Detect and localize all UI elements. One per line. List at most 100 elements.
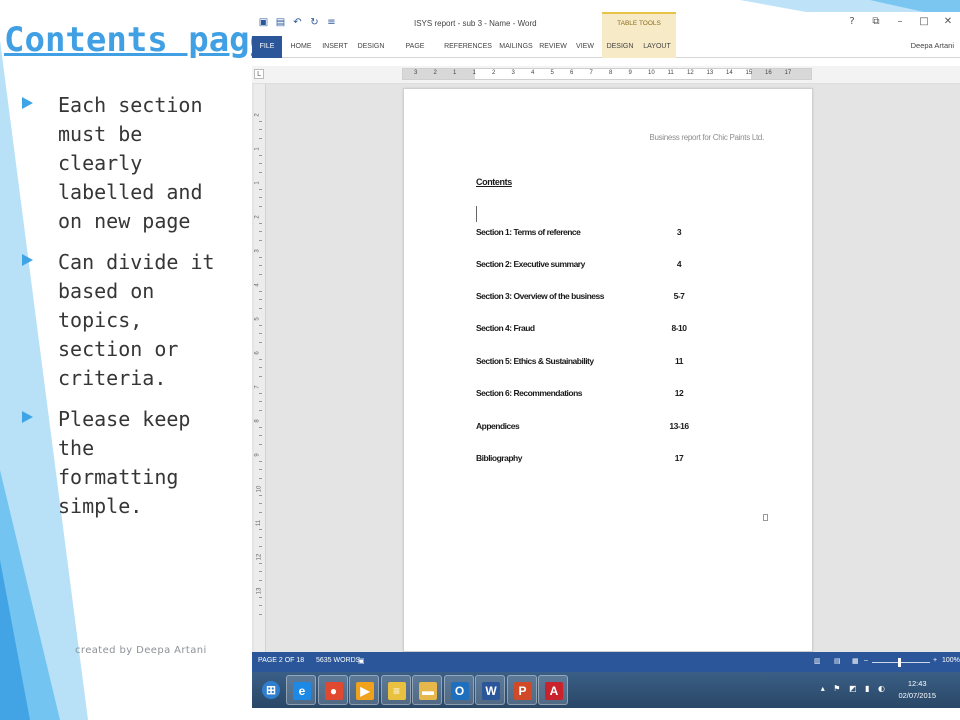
- vruler-number: 9: [254, 453, 261, 457]
- vruler-tick: [259, 358, 262, 360]
- toc-label: Section 6: Recommendations: [476, 388, 583, 398]
- tab-view[interactable]: VIEW: [572, 36, 598, 58]
- undo-icon[interactable]: ↶: [292, 16, 303, 29]
- ribbon-display-icon[interactable]: ⧉: [870, 16, 882, 27]
- tab-mailings[interactable]: MAILINGS: [498, 36, 534, 58]
- print-layout-icon[interactable]: ▤: [834, 657, 841, 665]
- vruler-tick: [259, 443, 262, 445]
- toc-page: 17: [674, 453, 684, 463]
- close-icon[interactable]: ✕: [942, 16, 954, 27]
- ribbon-tabs: FILE HOME INSERT DESIGN PAGE LAYOUT REFE…: [252, 36, 960, 72]
- tab-references[interactable]: REFERENCES: [444, 36, 492, 58]
- vruler-tick: [259, 197, 262, 198]
- vruler-number: 8: [254, 419, 261, 423]
- customize-qat-icon[interactable]: ≡: [326, 16, 337, 29]
- minimize-icon[interactable]: –: [894, 16, 906, 27]
- toc-page: 5-7: [673, 291, 685, 301]
- toc-row: Section 1: Terms of reference 3: [476, 227, 776, 239]
- vruler-tick: [259, 205, 262, 207]
- redo-icon[interactable]: ↻: [309, 16, 320, 29]
- toc-label: Bibliography: [476, 453, 522, 463]
- tab-page-layout[interactable]: PAGE LAYOUT: [392, 36, 438, 72]
- vruler-tick: [259, 188, 262, 190]
- tab-table-design[interactable]: DESIGN: [602, 36, 638, 58]
- vruler-tick: [259, 222, 262, 224]
- table-tools-label: TABLE TOOLS: [617, 20, 661, 27]
- taskbar-notes-button[interactable]: ≡: [380, 675, 411, 705]
- document-page[interactable]: Business report for Chic Paints Ltd. Con…: [403, 88, 813, 652]
- zoom-out-icon[interactable]: –: [864, 657, 868, 664]
- vruler-tick: [259, 460, 262, 462]
- taskbar-powerpoint-button[interactable]: P: [506, 675, 537, 705]
- vruler-tick: [259, 545, 262, 547]
- taskbar-internet-explorer-button[interactable]: e: [286, 675, 316, 705]
- tab-design[interactable]: DESIGN: [356, 36, 386, 58]
- vertical-ruler[interactable]: 2 1 1 2 3 4 5 6 7 8 9 10 11 12 13: [254, 84, 266, 652]
- tab-table-layout[interactable]: LAYOUT: [638, 36, 676, 58]
- help-icon[interactable]: ?: [846, 16, 858, 27]
- taskbar-chrome-button[interactable]: ●: [317, 675, 348, 705]
- vruler-tick: [259, 537, 262, 538]
- zoom-slider-thumb[interactable]: [898, 658, 901, 667]
- vruler-number: 6: [254, 351, 261, 355]
- tab-selector-icon[interactable]: L: [254, 69, 264, 79]
- taskbar-media-player-button[interactable]: ▶: [349, 675, 379, 705]
- proofing-icon[interactable]: ▣: [358, 657, 365, 665]
- vruler-number: 2: [254, 113, 261, 117]
- vruler-tick: [259, 129, 262, 130]
- tab-insert[interactable]: INSERT: [320, 36, 350, 58]
- ruler-number: 11: [667, 70, 674, 76]
- ruler-number: 6: [570, 70, 574, 76]
- vruler-tick: [259, 613, 262, 615]
- toc-label: Section 2: Executive summary: [476, 259, 585, 269]
- bullet-arrow-icon: [22, 254, 33, 266]
- taskbar-start-button[interactable]: ⊞: [256, 675, 286, 705]
- toc-page: 8-10: [671, 323, 687, 333]
- acrobat-icon: A: [545, 682, 563, 700]
- slide-title: Contents page: [4, 20, 271, 60]
- taskbar-word-button[interactable]: W: [475, 675, 505, 705]
- vruler-tick: [259, 171, 262, 173]
- tab-file[interactable]: FILE: [252, 36, 282, 58]
- outlook-icon: O: [450, 682, 469, 700]
- vruler-tick: [259, 333, 262, 334]
- ruler-number: 8: [609, 70, 613, 76]
- slide-credit: created by Deepa Artani: [75, 645, 207, 656]
- ruler-number: 13: [706, 70, 714, 76]
- vruler-tick: [259, 392, 262, 394]
- read-mode-icon[interactable]: ▥: [814, 657, 821, 665]
- user-name[interactable]: Deepa Artani: [911, 41, 954, 50]
- window-controls: ? ⧉ – □ ✕: [846, 16, 954, 27]
- clock[interactable]: 12:43 02/07/2015: [898, 678, 936, 702]
- zoom-in-icon[interactable]: +: [933, 657, 937, 664]
- vruler-tick: [259, 409, 262, 411]
- document-canvas: 2 1 1 2 3 4 5 6 7 8 9 10 11 12 13 Business report for …: [252, 84, 960, 652]
- vruler-tick: [259, 571, 262, 572]
- page-header: Business report for Chic Paints Ltd.: [649, 133, 764, 142]
- zoom-level[interactable]: 100%: [942, 657, 960, 664]
- tab-home[interactable]: HOME: [288, 36, 314, 58]
- taskbar-acrobat-button[interactable]: A: [538, 675, 568, 705]
- vruler-tick: [259, 579, 262, 581]
- system-tray-icons[interactable]: ▴ ⚑ ◩ ▮ ◐: [821, 684, 888, 693]
- toc-row: Section 2: Executive summary 4: [476, 259, 776, 271]
- powerpoint-icon: P: [513, 682, 532, 700]
- taskbar-outlook-button[interactable]: O: [443, 675, 474, 705]
- save-icon[interactable]: ▤: [275, 16, 286, 29]
- toc-row: Bibliography 17: [476, 453, 776, 465]
- tab-review[interactable]: REVIEW: [538, 36, 568, 58]
- word-window: ▣ ▤ ↶ ↻ ≡ ISYS report - sub 3 - Name - W…: [252, 12, 960, 708]
- ruler-number: 2: [492, 70, 496, 76]
- ruler-number: 3: [414, 70, 418, 76]
- bullet-item: Please keep the formatting simple.: [22, 405, 258, 521]
- vruler-tick: [259, 503, 262, 504]
- zoom-slider[interactable]: [872, 662, 930, 663]
- vruler-tick: [259, 469, 262, 470]
- vruler-tick: [259, 367, 262, 368]
- taskbar-folder-button[interactable]: ▬: [412, 675, 442, 705]
- vruler-number: 11: [256, 519, 263, 527]
- page-indicator[interactable]: PAGE 2 OF 18: [258, 657, 304, 664]
- maximize-icon[interactable]: □: [918, 16, 930, 27]
- word-count[interactable]: 5635 WORDS: [316, 657, 360, 664]
- web-layout-icon[interactable]: ▦: [852, 657, 859, 665]
